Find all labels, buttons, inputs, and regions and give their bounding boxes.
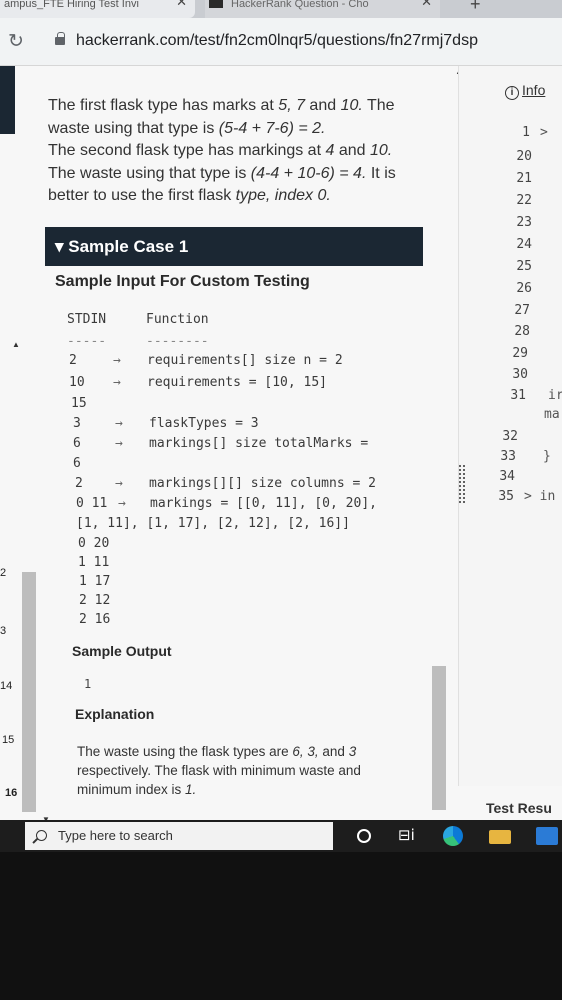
info-link[interactable]: i Info (505, 82, 545, 100)
stdin-cell: 1 17 (79, 574, 111, 589)
line-number: 23 (516, 215, 532, 230)
reload-icon[interactable]: ↻ (8, 30, 24, 53)
gutter-number: 16 (5, 787, 18, 799)
search-icon (36, 830, 47, 841)
line-number: 30 (512, 367, 528, 382)
explanation-line: The second flask type has markings at 4 … (48, 142, 393, 159)
line-number: 20 (516, 149, 532, 164)
stdin-cell: 0 11 (76, 496, 108, 511)
stdin-cell: 6 (73, 436, 81, 451)
gutter-number: 2 (0, 567, 7, 579)
left-scrollbar[interactable] (22, 572, 36, 812)
line-number: 24 (516, 237, 532, 252)
gutter-number: 14 (0, 680, 13, 692)
test-results-tab[interactable]: Test Resu (486, 800, 552, 816)
line-number: 27 (514, 303, 530, 318)
stdin-cell: 1 11 (78, 555, 110, 570)
sample-case-toggle[interactable]: ▾ Sample Case 1 (45, 227, 423, 266)
tab-label: ampus_FTE Hiring Test Invi (4, 0, 139, 10)
sample-output-value: 1 (84, 677, 92, 691)
line-number: 26 (516, 281, 532, 296)
stdin-cell: 2 16 (79, 612, 111, 627)
line-number: 32 (502, 429, 518, 444)
store-icon[interactable] (536, 827, 558, 845)
browser-tab-hiring[interactable]: ampus_FTE Hiring Test Invi ✕ (0, 0, 195, 18)
explanation-line: The first flask type has marks at 5, 7 a… (48, 97, 395, 114)
explanation-line: The waste using that type is (4-4 + 10-6… (48, 164, 396, 182)
line-number: 34 (499, 469, 515, 484)
function-cell: markings[][] size columns = 2 (149, 476, 376, 491)
line-number: 22 (516, 193, 532, 208)
arrow-icon: → (115, 416, 123, 431)
explanation-text: The waste using the flask types are 6, 3… (77, 744, 361, 797)
stdin-cell: 15 (71, 396, 87, 411)
file-explorer-icon[interactable] (489, 830, 511, 844)
line-number: 33 (500, 449, 516, 464)
custom-testing-heading: Sample Input For Custom Testing (55, 273, 310, 290)
function-header: Function (146, 312, 209, 327)
close-icon[interactable]: ✕ (176, 0, 187, 8)
gutter-number: 15 (2, 734, 15, 746)
browser-tab-hackerrank[interactable]: HackerRank Question - Cho ✕ (205, 0, 440, 18)
stdin-header: STDIN (67, 312, 107, 327)
line-number: 35 (498, 489, 514, 504)
cortana-icon[interactable] (357, 829, 371, 843)
arrow-icon: → (115, 476, 123, 491)
function-divider: -------- (146, 334, 209, 349)
tab-label: HackerRank Question - Cho (231, 0, 369, 10)
line-number: 21 (516, 171, 532, 186)
lock-icon[interactable] (55, 32, 65, 45)
hackerrank-favicon-icon (209, 0, 223, 8)
arrow-icon: → (118, 496, 126, 511)
monitor-bezel (0, 852, 562, 1000)
stdin-cell: 2 12 (79, 593, 111, 608)
stdin-cell: 3 (73, 416, 81, 431)
line-number: 29 (512, 346, 528, 361)
stdin-cell: 2 (75, 476, 83, 491)
explanation-line: better to use the first flask type, inde… (48, 187, 331, 204)
info-icon: i (505, 86, 519, 100)
function-cell: requirements = [10, 15] (147, 375, 328, 390)
stdin-cell: 2 (69, 353, 77, 368)
stdin-cell: 0 20 (78, 536, 110, 551)
line-number: 25 (516, 259, 532, 274)
stdin-divider: ----- (67, 334, 107, 349)
function-continuation: [1, 11], [1, 17], [2, 12], [2, 16]] (76, 516, 350, 531)
edge-browser-icon[interactable] (443, 826, 463, 846)
collapse-arrow-icon[interactable]: ▲ (12, 340, 20, 349)
task-view-icon[interactable]: ⊟i (398, 826, 415, 844)
arrow-icon: → (113, 353, 121, 368)
line-number: 1 (522, 125, 530, 140)
new-tab-button[interactable]: + (470, 0, 481, 15)
stdin-cell: 6 (73, 456, 81, 471)
pane-resize-handle[interactable] (458, 464, 466, 504)
arrow-icon: → (115, 436, 123, 451)
code-line: } (543, 449, 551, 464)
explanation-heading: Explanation (75, 706, 155, 722)
explanation-paragraph: The first flask type has marks at 5, 7 a… (48, 95, 428, 208)
code-line: ir (548, 388, 562, 403)
function-cell: markings = [[0, 11], [0, 20], (150, 496, 377, 511)
line-number: 28 (514, 324, 530, 339)
function-cell: requirements[] size n = 2 (147, 353, 343, 368)
function-cell: flaskTypes = 3 (149, 416, 259, 431)
function-cell: markings[] size totalMarks = (149, 436, 369, 451)
search-placeholder: Type here to search (58, 828, 173, 843)
close-icon[interactable]: ✕ (421, 0, 432, 8)
url-field[interactable]: hackerrank.com/test/fn2cm0lnqr5/question… (76, 32, 478, 50)
stdin-cell: 10 (69, 375, 85, 390)
problem-scrollbar[interactable] (432, 666, 446, 810)
explanation-line: waste using that type is (5-4 + 7-6) = 2… (48, 119, 326, 137)
code-line: > in (524, 489, 556, 504)
gutter-number: 3 (0, 625, 7, 637)
left-sidebar-edge (0, 66, 15, 134)
sample-output-heading: Sample Output (72, 643, 172, 659)
code-fold-icon[interactable]: > (540, 125, 548, 140)
code-line: ma (544, 407, 560, 422)
arrow-icon: → (113, 375, 121, 390)
line-number: 31 (510, 388, 526, 403)
